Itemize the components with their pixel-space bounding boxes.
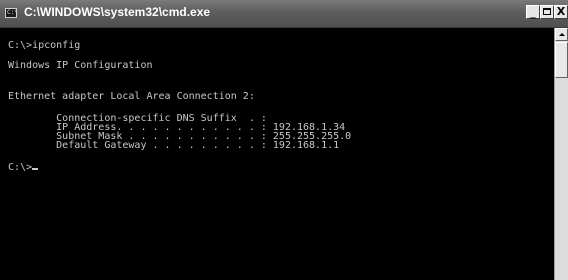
minimize-button[interactable]: _ <box>526 5 540 19</box>
console-line: Ethernet adapter Local Area Connection 2… <box>8 91 255 102</box>
minimize-icon: _ <box>530 6 536 19</box>
title-bar[interactable]: C:\ C:\WINDOWS\system32\cmd.exe _ X <box>0 0 568 28</box>
cmd-icon[interactable]: C:\ <box>5 8 18 18</box>
console-line: Default Gateway . . . . . . . . . : 192.… <box>8 140 340 151</box>
console-output[interactable]: C:\>ipconfig Windows IP Configuration Et… <box>0 28 554 280</box>
up-arrow-icon <box>559 33 565 36</box>
scroll-up-button[interactable] <box>555 28 568 41</box>
maximize-icon <box>543 8 551 15</box>
prompt-line[interactable]: C:\> <box>8 162 39 173</box>
cmd-window: C:\ C:\WINDOWS\system32\cmd.exe _ X C:\>… <box>0 0 568 280</box>
window-title: C:\WINDOWS\system32\cmd.exe <box>24 5 211 19</box>
prompt-text: C:\> <box>8 162 33 173</box>
vertical-scrollbar[interactable] <box>554 28 568 280</box>
close-button[interactable]: X <box>554 5 568 19</box>
console-line: Windows IP Configuration <box>8 60 153 71</box>
scroll-thumb[interactable] <box>555 42 568 78</box>
text-cursor <box>32 168 39 170</box>
maximize-button[interactable] <box>540 5 554 19</box>
console-line: C:\>ipconfig <box>8 40 81 51</box>
